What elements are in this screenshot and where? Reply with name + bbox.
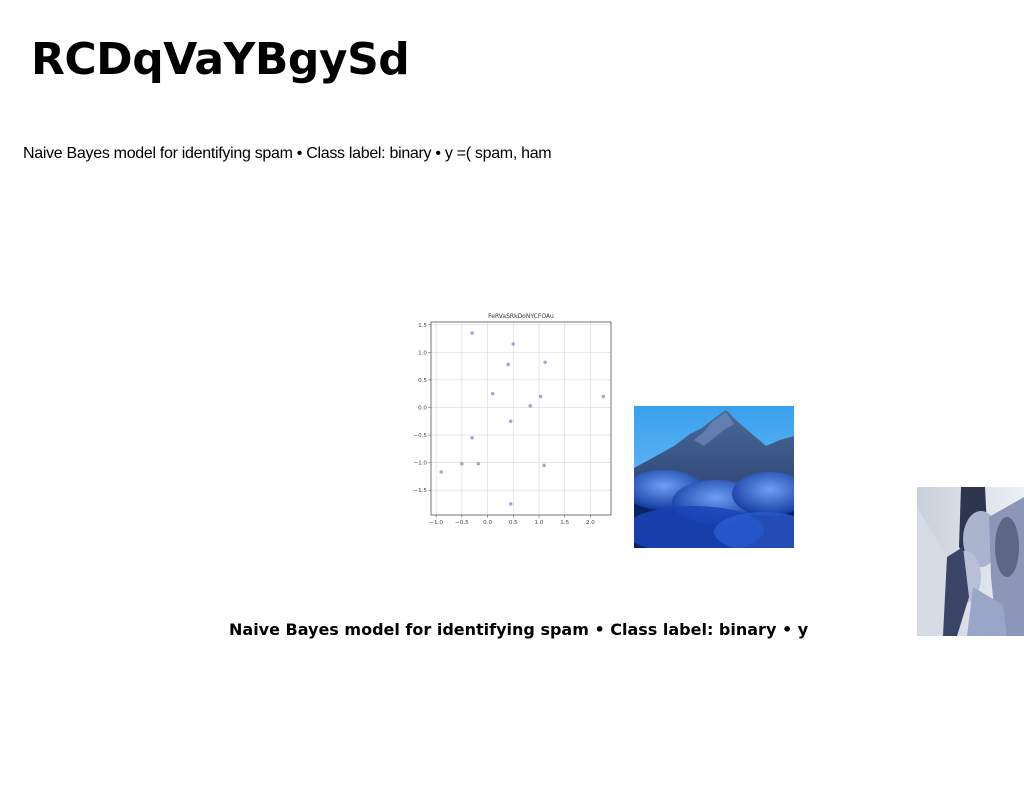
people-image [917, 487, 1024, 636]
y-tick-label: 1.0 [418, 350, 427, 356]
y-tick-label: 0.0 [418, 405, 427, 411]
chart-title: FeRVaSRkDoNYCFOAu [488, 313, 554, 320]
scatter-point [508, 419, 513, 424]
x-tick-label: 2.0 [586, 520, 595, 526]
scatter-chart: −1.0 −0.5 0.0 0.5 1.0 1.5 2.0 1.5 1.0 0.5 0.0 −0.5 −… [412, 308, 616, 530]
x-tick-label: 0.0 [483, 520, 492, 526]
scatter-point [490, 391, 495, 396]
plot-frame [430, 321, 612, 516]
mountain-photo [634, 406, 794, 548]
y-tick-label: −0.5 [413, 433, 427, 439]
scatter-point [542, 463, 546, 468]
scatter-point [538, 394, 543, 399]
scatter-point [508, 502, 513, 506]
scatter-chart-svg: −1.0 −0.5 0.0 0.5 1.0 1.5 2.0 1.5 1.0 0.5 0.0 −0.5 −… [413, 313, 612, 526]
page-subtitle: Naive Bayes model for identifying spam •… [23, 145, 552, 162]
y-tick-label: −1.0 [413, 461, 427, 467]
x-tick-label: −0.5 [455, 520, 469, 526]
scatter-point [439, 470, 444, 474]
scatter-point [460, 461, 464, 466]
y-tick-label: −1.5 [413, 488, 427, 494]
people-photo [917, 487, 1024, 636]
scatter-point [511, 342, 516, 346]
mountain-image [634, 406, 794, 548]
scatter-point [476, 461, 481, 466]
page-title: RCDqVaYBgySd [31, 34, 410, 85]
scatter-point [470, 331, 474, 335]
y-tick-label: 1.5 [418, 323, 427, 329]
scatter-point [528, 404, 533, 408]
scatter-point [470, 436, 474, 440]
caption: Naive Bayes model for identifying spam •… [229, 620, 809, 639]
x-tick-label: 1.5 [560, 520, 569, 526]
x-tick-label: 0.5 [509, 520, 518, 526]
scatter-point [543, 360, 547, 365]
scatter-point [601, 394, 606, 399]
x-tick-label: −1.0 [429, 520, 443, 526]
y-tick-label: 0.5 [418, 378, 427, 384]
scatter-point [506, 362, 510, 367]
x-tick-label: 1.0 [535, 520, 544, 526]
